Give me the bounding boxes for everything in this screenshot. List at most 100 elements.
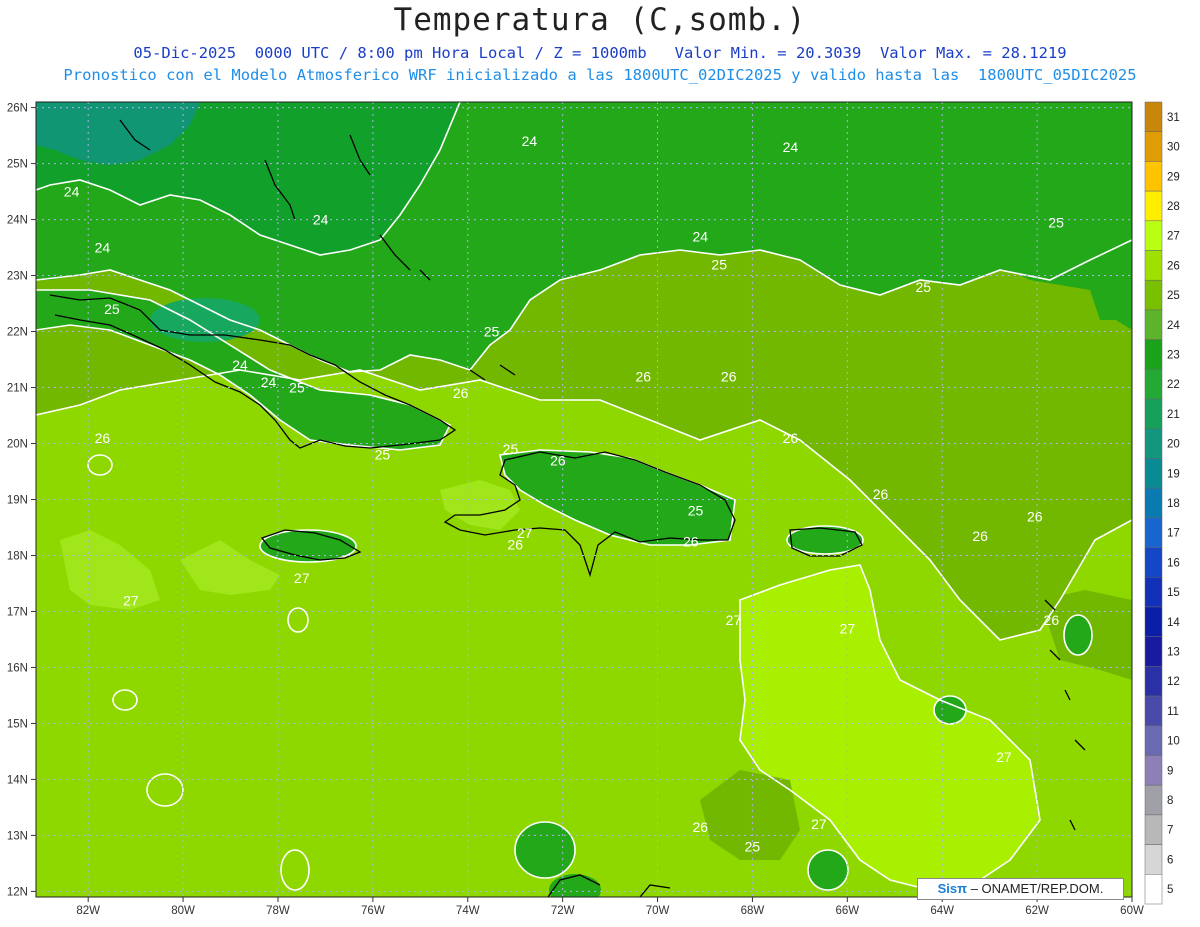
lon-label: 70W — [646, 905, 670, 917]
colorbar-label: 28 — [1167, 201, 1180, 213]
lon-label: 78W — [266, 905, 290, 917]
colorbar-label: 8 — [1167, 795, 1173, 807]
colorbar-label: 9 — [1167, 765, 1173, 777]
colorbar-label: 29 — [1167, 171, 1180, 183]
lon-label: 76W — [361, 905, 385, 917]
lat-label: 17N — [7, 606, 28, 618]
lat-label: 15N — [7, 718, 28, 730]
colorbar-swatch — [1144, 874, 1163, 905]
lat-label: 24N — [7, 215, 28, 227]
contour-label: 27 — [811, 816, 827, 832]
colorbar-swatch — [1144, 577, 1163, 608]
contour-label: 24 — [313, 212, 329, 228]
colorbar-label: 6 — [1167, 854, 1173, 866]
contour-label: 26 — [873, 486, 889, 502]
lon-label: 82W — [76, 905, 100, 917]
lat-label: 12N — [7, 886, 28, 898]
colorbar-label: 31 — [1167, 112, 1180, 124]
lon-label: 80W — [171, 905, 195, 917]
colorbar-swatch — [1144, 131, 1163, 162]
colorbar-label: 10 — [1167, 736, 1180, 748]
colorbar-swatch — [1144, 101, 1163, 132]
lat-label: 22N — [7, 327, 28, 339]
lon-label: 74W — [456, 905, 480, 917]
colorbar-swatch — [1144, 814, 1163, 845]
contour-label: 26 — [783, 430, 799, 446]
colorbar-label: 23 — [1167, 349, 1180, 361]
colorbar-label: 27 — [1167, 231, 1180, 243]
colorbar-swatch — [1144, 666, 1163, 697]
contour-label: 24 — [692, 228, 708, 244]
colorbar-label: 16 — [1167, 557, 1180, 569]
contour-label: 25 — [1048, 214, 1064, 230]
lat-label: 16N — [7, 662, 28, 674]
contour-label: 26 — [636, 368, 652, 384]
colorbar-label: 26 — [1167, 260, 1180, 272]
colorbar-swatch — [1144, 844, 1163, 875]
contour-label: 27 — [840, 620, 856, 636]
colorbar-swatch — [1144, 369, 1163, 400]
colorbar-swatch — [1144, 725, 1163, 756]
contour-label: 26 — [692, 819, 708, 835]
colorbar-label: 15 — [1167, 587, 1180, 599]
contour-label: 25 — [104, 301, 120, 317]
map-title: Temperatura (C,somb.) — [393, 2, 807, 38]
colorbar-label: 19 — [1167, 468, 1180, 480]
subtitle-model-run: Pronostico con el Modelo Atmosferico WRF… — [63, 66, 1137, 84]
lat-label: 23N — [7, 271, 28, 283]
contour-label: 25 — [688, 503, 704, 519]
contour-label: 25 — [289, 380, 305, 396]
contour-label: 24 — [522, 133, 538, 149]
colorbar-swatch — [1144, 398, 1163, 429]
lon-label: 72W — [551, 905, 575, 917]
contour-label: 25 — [711, 256, 727, 272]
colorbar-label: 12 — [1167, 676, 1180, 688]
colorbar-swatch — [1144, 309, 1163, 340]
lat-label: 25N — [7, 159, 28, 171]
colorbar-label: 18 — [1167, 498, 1180, 510]
lon-label: 60W — [1120, 905, 1144, 917]
contour-label: 24 — [95, 240, 111, 256]
lat-label: 21N — [7, 383, 28, 395]
colorbar-label: 5 — [1167, 884, 1173, 896]
lat-label: 14N — [7, 774, 28, 786]
contour-label: 25 — [745, 839, 761, 855]
colorbar-swatch — [1144, 190, 1163, 222]
lon-label: 66W — [835, 905, 859, 917]
contour-label: 27 — [996, 749, 1012, 765]
colorbar-swatch — [1144, 755, 1163, 786]
colorbar-label: 17 — [1167, 528, 1180, 540]
colorbar-label: 22 — [1167, 379, 1180, 391]
subtitle-valid-time: 05-Dic-2025 0000 UTC / 8:00 pm Hora Loca… — [133, 44, 1067, 62]
contour-label: 27 — [294, 570, 310, 586]
colorbar-swatch — [1144, 487, 1163, 519]
contour-label: 26 — [1044, 612, 1060, 628]
contour-label: 26 — [453, 385, 469, 401]
colorbar-label: 21 — [1167, 409, 1180, 421]
lon-label: 62W — [1025, 905, 1049, 917]
cell-venezuela-coast2 — [549, 874, 601, 897]
colorbar-label: 24 — [1167, 320, 1180, 332]
contour-label: 26 — [1027, 508, 1043, 524]
contour-label: 24 — [783, 139, 799, 155]
credit-brand: Sisπ — [937, 881, 968, 896]
contour-label: 24 — [232, 357, 248, 373]
colorbar-swatch — [1144, 606, 1163, 637]
lat-label: 19N — [7, 495, 28, 507]
colorbar-label: 20 — [1167, 439, 1180, 451]
lat-label: 26N — [7, 103, 28, 115]
lon-label: 68W — [741, 905, 765, 917]
colorbar-label: 25 — [1167, 290, 1180, 302]
colorbar-swatch — [1144, 339, 1163, 370]
forecast-map: 242424252424 252526262524 242425252526 2626… — [7, 101, 1180, 917]
colorbar-swatch — [1144, 220, 1163, 251]
lat-label: 13N — [7, 830, 28, 842]
lat-label: 20N — [7, 439, 28, 451]
contour-label: 24 — [64, 184, 80, 200]
contour-label: 27 — [123, 592, 139, 608]
credit-box: Sisπ – ONAMET/REP.DOM. — [917, 878, 1124, 900]
contour-label: 25 — [915, 279, 931, 295]
colorbar-label: 13 — [1167, 647, 1180, 659]
colorbar-swatch — [1144, 279, 1163, 311]
contour-label: 25 — [375, 447, 391, 463]
